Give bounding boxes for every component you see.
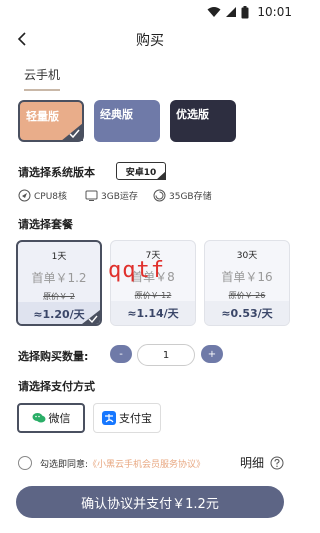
plan-section-label: 请选择套餐 bbox=[18, 218, 73, 231]
version-lite-button[interactable]: 轻量版 bbox=[18, 100, 84, 142]
spec-cpu: CPU8核 bbox=[18, 189, 67, 202]
version-classic-button[interactable]: 经典版 bbox=[94, 100, 160, 142]
plan-original-price: 原价￥ 12 bbox=[134, 291, 172, 300]
plan-period: 1天 bbox=[51, 252, 67, 262]
wifi-icon bbox=[207, 7, 221, 17]
alipay-icon bbox=[102, 411, 116, 425]
back-arrow-icon[interactable] bbox=[14, 30, 32, 48]
ram-icon bbox=[85, 190, 98, 201]
version-premium-button[interactable]: 优选版 bbox=[170, 100, 236, 142]
spec-storage-label: 35GB存储 bbox=[169, 192, 212, 202]
alipay-label: 支付宝 bbox=[119, 412, 152, 425]
os-section-label: 请选择系统版本 bbox=[18, 166, 95, 179]
os-version-label: 安卓10 bbox=[125, 167, 157, 178]
quantity-minus-button[interactable]: - bbox=[110, 345, 132, 363]
status-bar: 10:01 bbox=[0, 0, 300, 24]
page-title: 购买 bbox=[136, 33, 164, 49]
tab-cloud-phone[interactable]: 云手机 bbox=[24, 66, 60, 83]
spec-cpu-label: CPU8核 bbox=[34, 192, 68, 202]
version-label: 优选版 bbox=[176, 108, 209, 121]
check-corner-icon bbox=[156, 171, 166, 180]
detail-link[interactable]: 明细 bbox=[240, 454, 264, 471]
check-corner-icon bbox=[82, 310, 100, 324]
cpu-icon bbox=[18, 189, 31, 202]
help-icon[interactable] bbox=[270, 456, 284, 470]
spec-ram: 3GB运存 bbox=[85, 189, 138, 202]
wechat-pay-button[interactable]: 微信 bbox=[17, 403, 85, 433]
wechat-icon bbox=[32, 413, 45, 423]
agreement-link[interactable]: 《小黑云手机会员服务协议》 bbox=[88, 460, 205, 470]
battery-icon bbox=[241, 5, 249, 18]
plan-card-1day[interactable]: 1天 首单￥1.2 原价￥ 2 ≈1.20/天 bbox=[16, 240, 102, 326]
plan-per-day: ≈0.53/天 bbox=[221, 307, 273, 320]
status-icons bbox=[207, 5, 249, 19]
watermark: qqtf bbox=[108, 258, 165, 283]
plan-original-price: 原价￥ 26 bbox=[228, 291, 266, 300]
quantity-label: 选择购买数量: bbox=[18, 350, 89, 363]
confirm-pay-button[interactable]: 确认协议并支付￥1.2元 bbox=[16, 486, 284, 518]
plan-per-day: ≈1.14/天 bbox=[127, 307, 179, 320]
spec-storage: 35GB存储 bbox=[153, 189, 212, 202]
header: 购买 bbox=[0, 26, 300, 54]
agreement-text: 勾选即同意:《小黑云手机会员服务协议》 bbox=[40, 457, 205, 470]
plan-first-price: 首单￥16 bbox=[221, 270, 273, 284]
payment-section-label: 请选择支付方式 bbox=[18, 380, 95, 393]
version-label: 轻量版 bbox=[26, 110, 59, 123]
signal-icon bbox=[226, 7, 237, 17]
quantity-plus-button[interactable]: + bbox=[201, 345, 223, 363]
agreement-checkbox[interactable] bbox=[18, 456, 32, 470]
os-version-option[interactable]: 安卓10 bbox=[116, 162, 166, 180]
status-time: 10:01 bbox=[257, 5, 292, 19]
wechat-label: 微信 bbox=[48, 412, 71, 425]
plan-first-price: 首单￥1.2 bbox=[31, 271, 87, 285]
plan-period: 30天 bbox=[236, 251, 258, 261]
check-corner-icon bbox=[61, 123, 83, 141]
spec-ram-label: 3GB运存 bbox=[101, 192, 138, 202]
tab-underline bbox=[24, 89, 60, 91]
alipay-button[interactable]: 支付宝 bbox=[93, 403, 161, 433]
plan-original-price: 原价￥ 2 bbox=[43, 292, 75, 301]
plan-card-7day[interactable]: 7天 首单￥8 原价￥ 12 ≈1.14/天 bbox=[110, 240, 196, 326]
quantity-input[interactable]: 1 bbox=[137, 344, 195, 366]
version-label: 经典版 bbox=[100, 108, 133, 121]
agreement-prefix: 勾选即同意: bbox=[40, 460, 89, 470]
storage-icon bbox=[153, 189, 166, 202]
plan-card-30day[interactable]: 30天 首单￥16 原价￥ 26 ≈0.53/天 bbox=[204, 240, 290, 326]
